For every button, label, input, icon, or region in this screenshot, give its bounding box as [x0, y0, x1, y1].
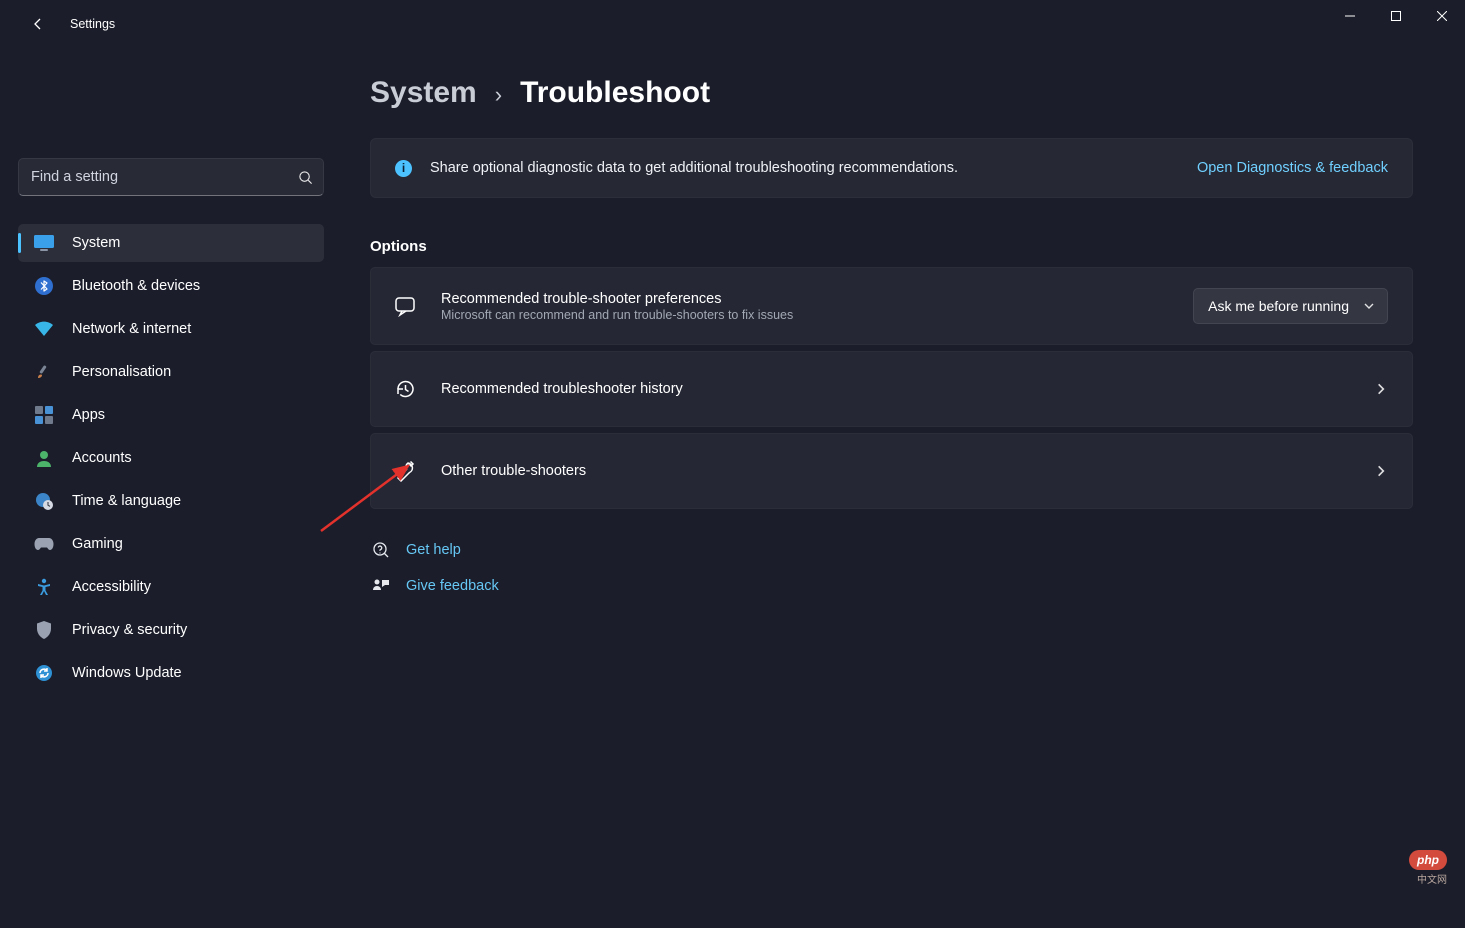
banner-text: Share optional diagnostic data to get ad… [430, 160, 1197, 176]
sidebar-item-label: Accounts [72, 450, 132, 466]
arrow-left-icon [30, 16, 46, 32]
info-icon: i [395, 160, 412, 177]
preferences-dropdown[interactable]: Ask me before running [1193, 288, 1388, 324]
card-preferences[interactable]: Recommended trouble-shooter preferences … [370, 267, 1413, 345]
accessibility-icon [32, 575, 56, 599]
search-box[interactable] [18, 158, 324, 196]
sidebar-item-label: Privacy & security [72, 622, 187, 638]
paintbrush-icon [32, 360, 56, 384]
card-title: Other trouble-shooters [441, 463, 1374, 479]
sidebar-item-network[interactable]: Network & internet [18, 310, 324, 348]
sidebar-item-label: Windows Update [72, 665, 182, 681]
sidebar-item-personalisation[interactable]: Personalisation [18, 353, 324, 391]
card-title: Recommended troubleshooter history [441, 381, 1374, 397]
sidebar-item-label: Accessibility [72, 579, 151, 595]
get-help-link[interactable]: Get help [406, 542, 461, 558]
history-icon [391, 375, 419, 403]
page-title: Troubleshoot [520, 76, 710, 110]
sidebar-item-gaming[interactable]: Gaming [18, 525, 324, 563]
back-button[interactable] [18, 4, 58, 44]
sidebar-item-label: Bluetooth & devices [72, 278, 200, 294]
globe-clock-icon [32, 489, 56, 513]
sidebar-item-privacy[interactable]: Privacy & security [18, 611, 324, 649]
feedback-icon [370, 575, 392, 597]
breadcrumb: System › Troubleshoot [370, 76, 1413, 110]
display-icon [32, 231, 56, 255]
gamepad-icon [32, 532, 56, 556]
sidebar-item-accessibility[interactable]: Accessibility [18, 568, 324, 606]
watermark: php 中文网 [1409, 850, 1447, 886]
diagnostics-banner: i Share optional diagnostic data to get … [370, 138, 1413, 198]
maximize-button[interactable] [1373, 0, 1419, 32]
close-button[interactable] [1419, 0, 1465, 32]
chevron-right-icon: › [495, 82, 502, 108]
card-desc: Microsoft can recommend and run trouble-… [441, 308, 1193, 322]
apps-icon [32, 403, 56, 427]
wrench-icon [391, 457, 419, 485]
breadcrumb-parent[interactable]: System [370, 76, 477, 110]
sidebar-item-time-language[interactable]: Time & language [18, 482, 324, 520]
sidebar-item-label: Personalisation [72, 364, 171, 380]
sidebar-item-label: System [72, 235, 120, 251]
chevron-right-icon [1374, 464, 1388, 478]
shield-icon [32, 618, 56, 642]
sidebar-item-label: Apps [72, 407, 105, 423]
minimize-icon [1345, 11, 1355, 21]
sidebar-item-accounts[interactable]: Accounts [18, 439, 324, 477]
chevron-right-icon [1374, 382, 1388, 396]
card-title: Recommended trouble-shooter preferences [441, 291, 1193, 307]
open-diagnostics-link[interactable]: Open Diagnostics & feedback [1197, 160, 1388, 176]
card-other-troubleshooters[interactable]: Other trouble-shooters [370, 433, 1413, 509]
sidebar-item-bluetooth[interactable]: Bluetooth & devices [18, 267, 324, 305]
update-icon [32, 661, 56, 685]
sidebar-item-label: Gaming [72, 536, 123, 552]
sidebar-item-label: Time & language [72, 493, 181, 509]
wifi-icon [32, 317, 56, 341]
card-history[interactable]: Recommended troubleshooter history [370, 351, 1413, 427]
close-icon [1437, 11, 1447, 21]
chevron-down-icon [1363, 300, 1375, 312]
content: System › Troubleshoot i Share optional d… [340, 48, 1465, 928]
chat-icon [391, 292, 419, 320]
search-input[interactable] [31, 169, 298, 185]
sidebar-item-system[interactable]: System [18, 224, 324, 262]
minimize-button[interactable] [1327, 0, 1373, 32]
sidebar: System Bluetooth & devices Network & int… [0, 48, 340, 928]
person-icon [32, 446, 56, 470]
dropdown-value: Ask me before running [1208, 298, 1349, 314]
watermark-sub: 中文网 [1409, 871, 1447, 886]
search-icon [298, 170, 313, 185]
sidebar-item-apps[interactable]: Apps [18, 396, 324, 434]
app-title: Settings [70, 17, 115, 31]
options-heading: Options [370, 238, 1413, 255]
maximize-icon [1391, 11, 1401, 21]
bluetooth-icon [32, 274, 56, 298]
watermark-text: php [1409, 850, 1447, 870]
help-icon [370, 539, 392, 561]
sidebar-item-label: Network & internet [72, 321, 191, 337]
give-feedback-link[interactable]: Give feedback [406, 578, 499, 594]
sidebar-item-windows-update[interactable]: Windows Update [18, 654, 324, 692]
